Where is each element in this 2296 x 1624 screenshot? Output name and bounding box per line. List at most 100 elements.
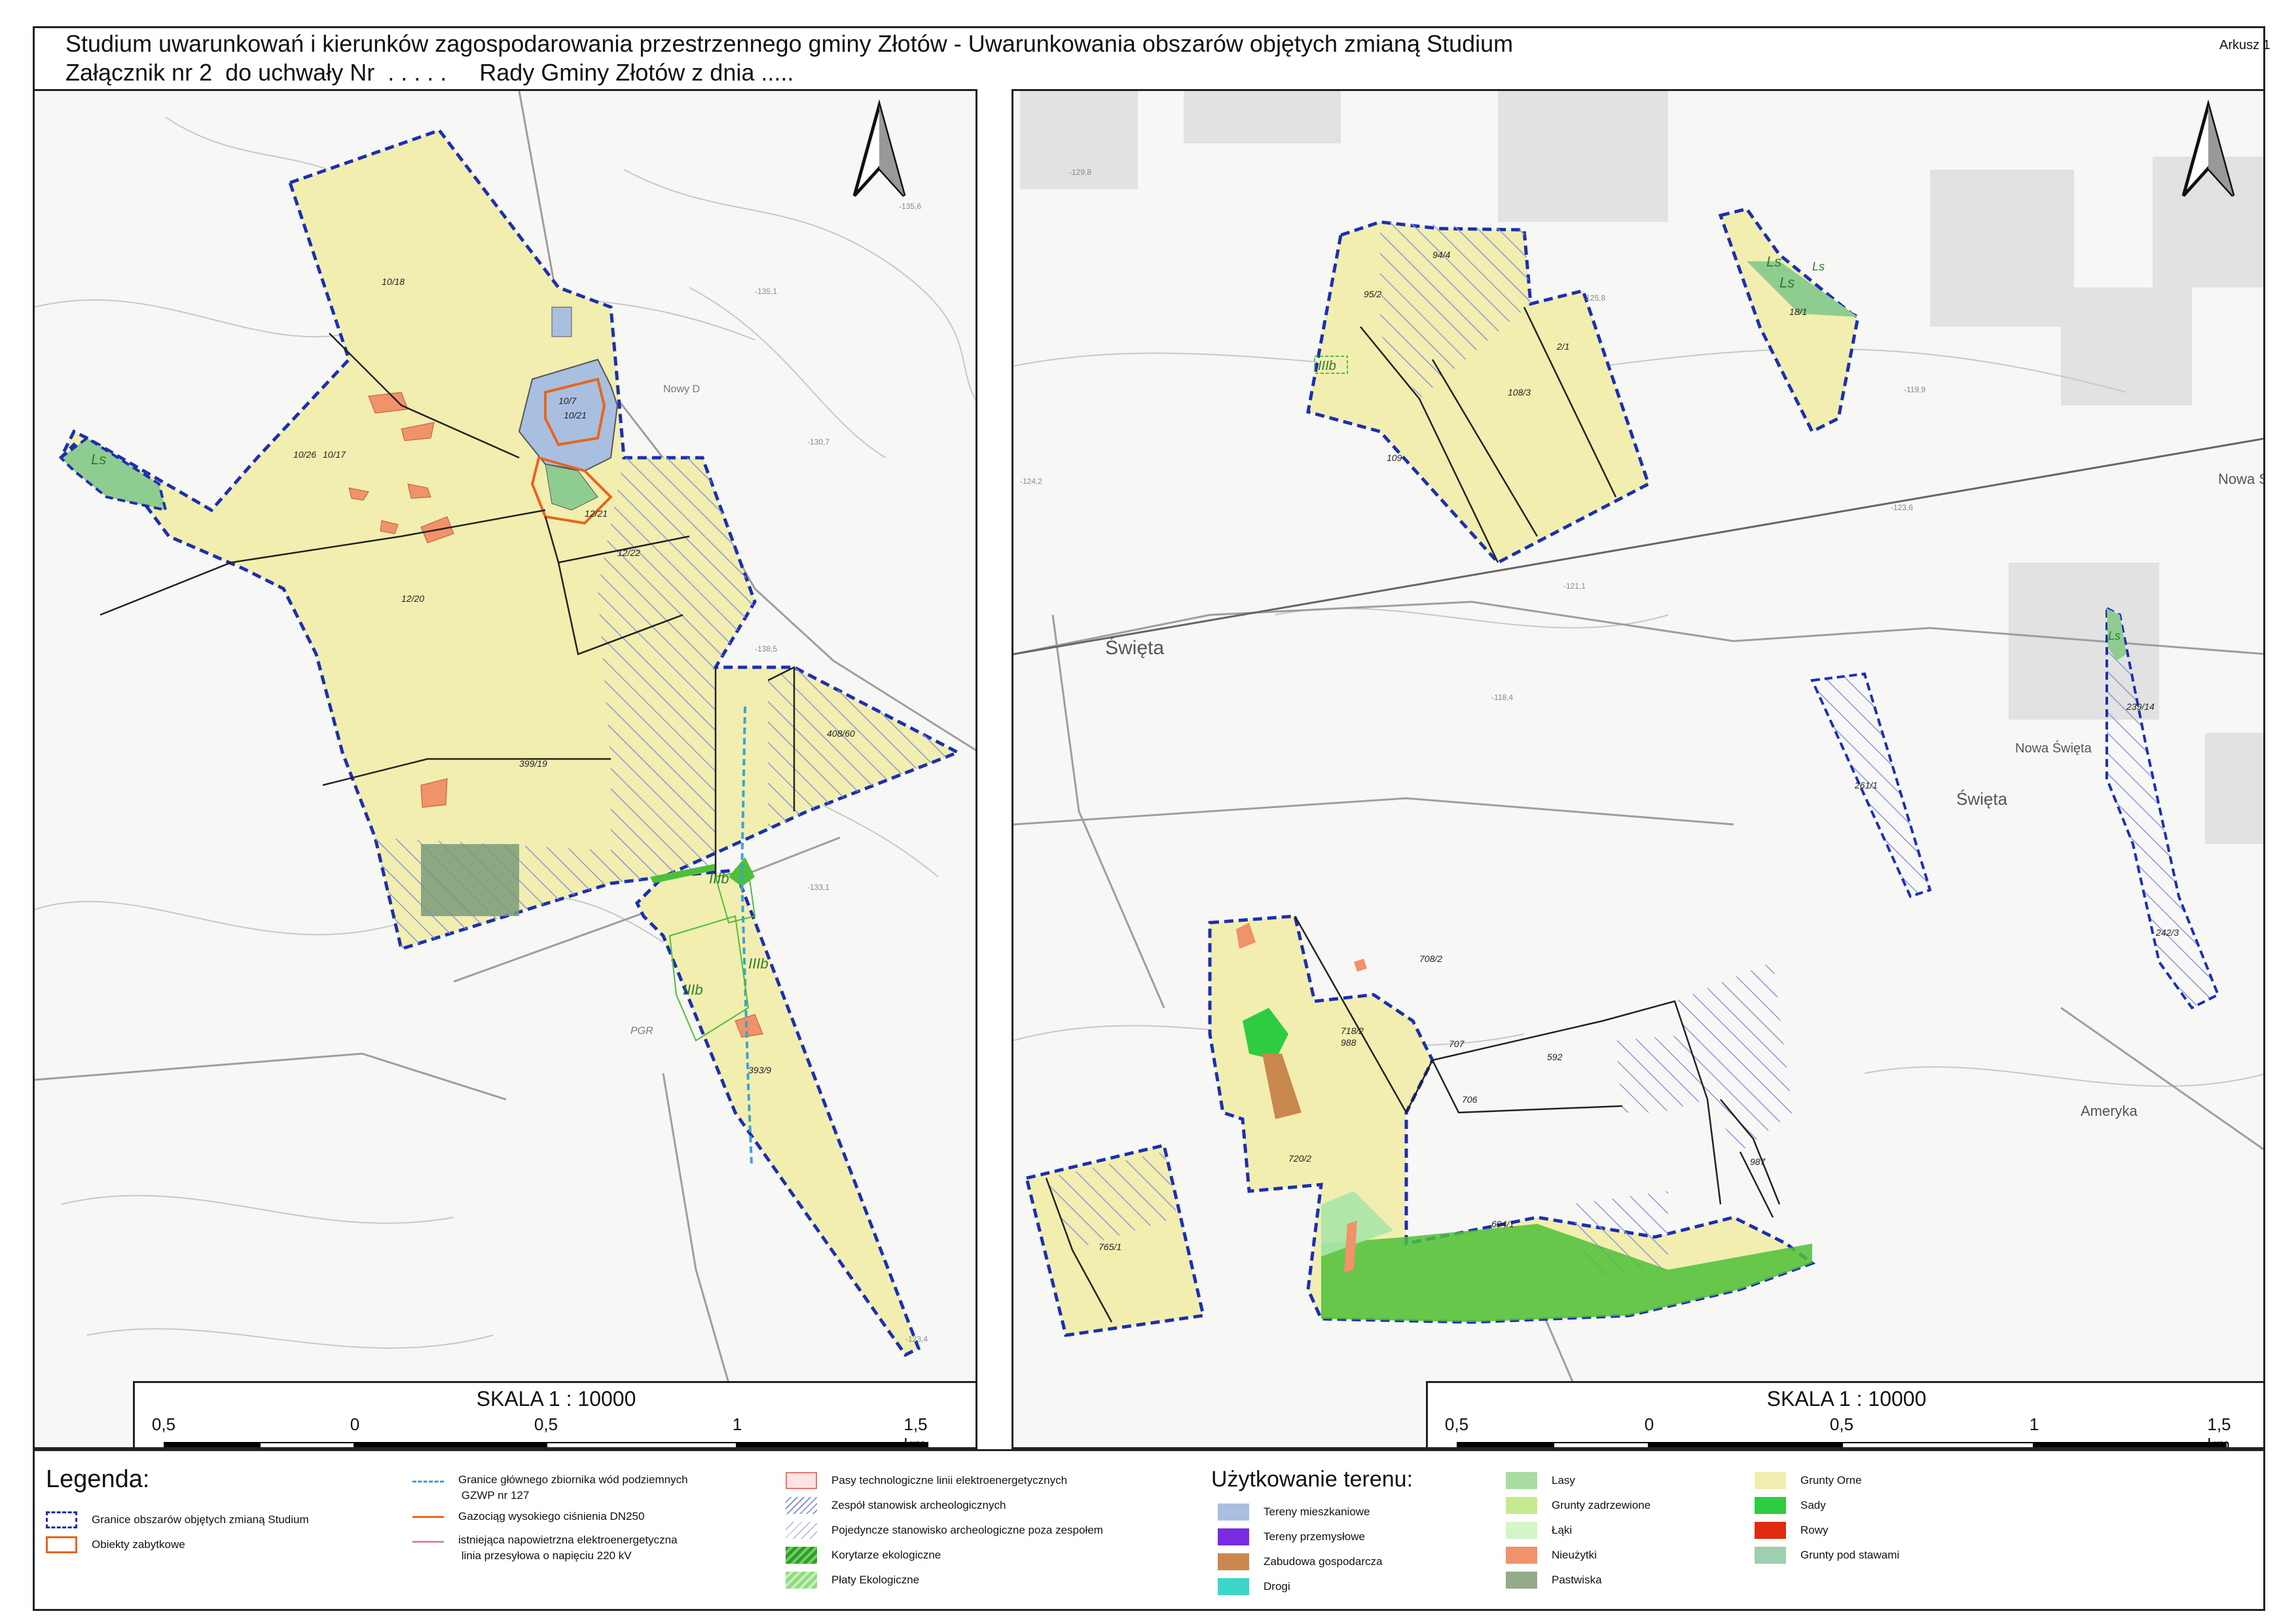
left-map-panel[interactable]: 10/18 10/26 10/17 12/20 12/21 12/22 10/7… [33,89,977,1449]
left-map-canvas: 10/18 10/26 10/17 12/20 12/21 12/22 10/7… [35,91,975,1447]
scale-tick: 0,5 [534,1414,558,1434]
legend-item-technology-strips: Pasy technologiczne linii elektroenerget… [786,1472,1067,1489]
legend-panel: Legenda: Użytkowanie terenu: Granice obs… [33,1449,2265,1611]
place-label: Nowy D [663,384,700,395]
scale-tick: 0,5 [1444,1414,1469,1434]
parcel-label: 408/60 [827,728,855,739]
study-area-south-strip[interactable] [634,868,921,1357]
scale-segment [355,1442,546,1447]
legend-item-meadows: Łąki [1506,1522,1572,1539]
legend-item-archaeological-zone: Zespół stanowisk archeologicznych [786,1497,1006,1514]
parcel-label: 765/1 [1099,1242,1121,1252]
scale-tick: 1 [2029,1414,2039,1434]
map-title: Studium uwarunkowań i kierunków zagospod… [65,30,1514,57]
spot-height: -118,4 [1491,693,1513,702]
scale-segment [164,1442,259,1447]
parcel-label: 720/2 [1288,1153,1311,1164]
spot-height: -138,5 [755,644,777,654]
spot-height: -130,7 [807,437,829,447]
parcel-label: 10/26 [293,449,316,460]
parcel-label: 94/4 [1432,249,1450,260]
forest-symbol: Ls [1766,253,1781,270]
spot-height: -123,4 [905,1335,928,1344]
landuse-title: Użytkowanie terenu: [1211,1467,1413,1492]
spot-height: -121,1 [1563,581,1586,591]
parcel-label: 399/19 [519,758,547,769]
road-network [1013,600,2263,1447]
spot-height: -124,2 [1020,477,1042,486]
spot-height: -125,8 [1583,293,1605,303]
legend-item-groundwater: Granice głównego zbiornika wód podziemny… [412,1472,688,1504]
legend-item-ditches: Rowy [1755,1522,1829,1539]
parcel-label: 987 [1750,1156,1766,1167]
soil-class-symbol: IIIb [748,955,769,972]
parcel-label: 592 [1547,1052,1563,1062]
spot-height: -135,6 [899,202,921,211]
study-area-18-1[interactable] [1718,207,1860,434]
place-label: Święta [1105,637,1164,659]
right-map-panel[interactable]: 94/4 95/2 2/1 108/3 109 18/1 239/14 261/… [1011,89,2265,1449]
spot-height: -135,1 [755,287,777,296]
legend-item-heritage: Obiekty zabytkowe [46,1536,185,1553]
map-subtitle: Załącznik nr 2 do uchwały Nr . . . . . R… [65,59,794,86]
parcel-label: 242/3 [2155,927,2179,938]
scale-tick: 0,5 [1829,1414,1854,1434]
legend-item-gas-pipeline: Gazociąg wysokiego ciśnienia DN250 [412,1509,644,1524]
spot-height: -133,1 [807,883,829,892]
place-label: Nowa Sw [2218,471,2265,487]
right-scale-bar-panel: SKALA 1 : 10000 0,5 0 0,5 1 1,5 km [1426,1381,2263,1447]
scale-tick: 1 [732,1414,742,1434]
parcel-label: 2/1 [1556,341,1569,352]
legend-item-arable-land: Grunty Orne [1755,1472,1862,1489]
scale-title: SKALA 1 : 10000 [1766,1387,1927,1411]
legend-item-ecological-corridors: Korytarze ekologiczne [786,1547,941,1564]
legend-item-power-line: istniejąca napowietrzna elektroenergetyc… [412,1532,678,1564]
parcel-label: 10/7 [558,396,577,406]
scale-segment [1553,1442,1649,1447]
sheet-number: Arkusz 1 [2219,38,2270,52]
parcel-label: 239/14 [2126,701,2155,712]
archaeological-zone-408-60[interactable] [768,667,958,831]
spot-height: -123,6 [1891,503,1913,512]
scale-tick: 0 [350,1414,360,1434]
pasture-patch[interactable] [421,844,519,916]
parcel-label: 10/21 [564,410,587,420]
forest-symbol: Ls [1812,260,1825,273]
scale-segment [259,1442,355,1447]
study-area-north[interactable] [59,128,962,951]
study-area-239-14[interactable] [2105,606,2220,1010]
legend-item-ponds: Grunty pod stawami [1755,1547,1899,1564]
parcel-label: 95/2 [1364,289,1381,299]
legend-item-ecological-plots: Płaty Ekologiczne [786,1572,919,1589]
parcel-label: 261/1 [1854,780,1878,790]
left-scale-bar-panel: SKALA 1 : 10000 0,5 0 0,5 1 1,5 km [133,1381,975,1447]
forest-symbol: Ls [1779,274,1795,291]
right-map-canvas: 94/4 95/2 2/1 108/3 109 18/1 239/14 261/… [1013,91,2265,1447]
legend-title: Legenda: [46,1466,150,1493]
legend-item-wasteland: Nieużytki [1506,1547,1597,1564]
legend-item-farm-buildings: Zabudowa gospodarcza [1218,1553,1382,1570]
place-label: PGR [630,1025,653,1037]
place-label: Ameryka [2081,1103,2138,1119]
parcel-label: 694/1 [1491,1219,1514,1229]
place-label: Święta [1956,789,2008,809]
forest-symbol: Ls [91,451,106,468]
parcel-label: 707 [1449,1039,1465,1049]
scale-segment [2034,1442,2227,1447]
legend-item-single-archaeological-site: Pojedyncze stanowisko archeologiczne poz… [786,1522,1103,1539]
parcel-label: 988 [1341,1037,1357,1048]
parcel-label: 12/22 [617,547,640,558]
parcel-label: 108/3 [1508,387,1531,397]
scale-title: SKALA 1 : 10000 [476,1387,636,1411]
scale-segment [1842,1442,2034,1447]
legend-item-forest: Lasy [1506,1472,1575,1489]
parcel-label: 18/1 [1789,306,1807,317]
parcel-label: 708/2 [1419,953,1442,964]
parcel-label: 12/21 [585,508,608,519]
parcel-label: 718/2 [1341,1025,1364,1036]
parcel-label: 109 [1387,452,1402,463]
legend-item-roads: Drogi [1218,1578,1290,1595]
legend-item-wooded-land: Grunty zadrzewione [1506,1497,1650,1514]
forest-symbol: Ls [2108,629,2121,642]
wasteland-patch[interactable] [1354,959,1367,972]
